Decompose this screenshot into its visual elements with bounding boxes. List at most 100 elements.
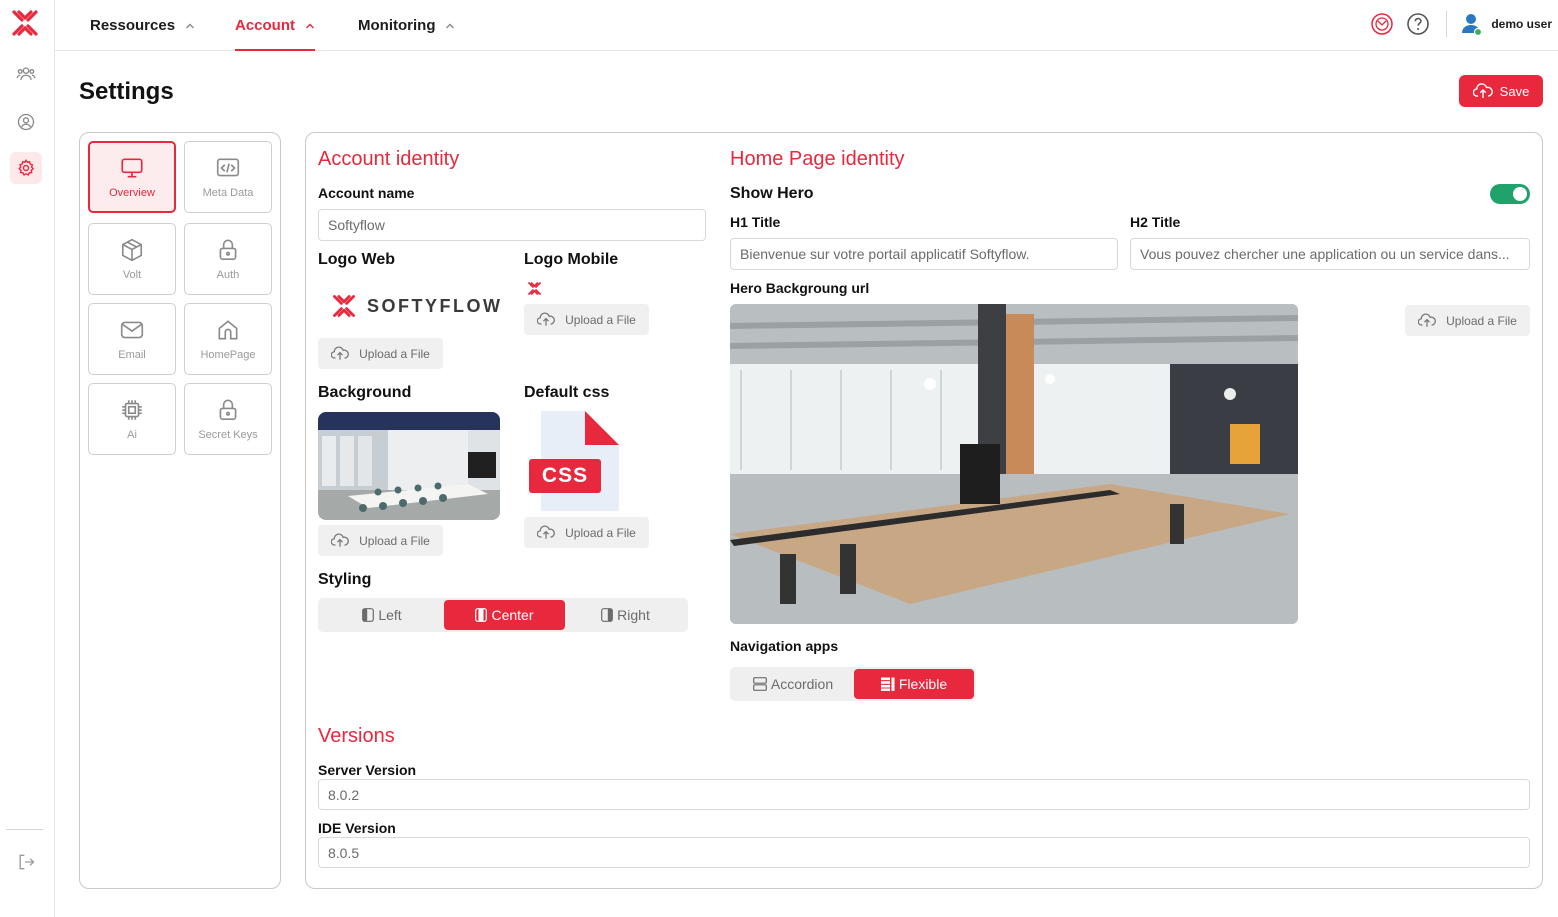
account-name-value: Softyflow <box>328 217 385 233</box>
show-hero-label: Show Hero <box>730 185 814 202</box>
cloud-upload-icon <box>537 312 556 326</box>
gear-icon[interactable] <box>10 152 42 184</box>
logout-icon[interactable] <box>10 846 42 878</box>
chevron-up-icon <box>306 23 314 28</box>
tile-homepage[interactable]: HomePage <box>184 303 272 375</box>
nav-account[interactable]: Account <box>235 0 315 51</box>
cloud-upload-icon <box>331 346 350 360</box>
h2-title-value: Vous pouvez chercher une application ou … <box>1140 246 1510 262</box>
logo-mobile-upload-button[interactable]: Upload a File <box>524 304 649 335</box>
chevron-up-icon <box>446 23 455 28</box>
home-identity-title: Home Page identity <box>730 148 905 170</box>
chevron-up-icon <box>186 23 195 28</box>
chip-icon <box>122 400 142 420</box>
tile-label: Auth <box>216 269 240 281</box>
rail-divider <box>6 829 43 830</box>
settings-menu: Overview Meta Data Volt Auth Email HomeP… <box>79 132 281 889</box>
account-name-input[interactable]: Softyflow <box>318 209 706 241</box>
nav-ressources[interactable]: Ressources <box>90 0 195 51</box>
css-upload-button[interactable]: Upload a File <box>524 517 649 548</box>
tile-label: Overview <box>109 187 155 199</box>
navigation-apps-label: Navigation apps <box>730 638 839 654</box>
nav-option-label: Flexible <box>898 676 948 692</box>
monitor-icon <box>121 158 143 178</box>
nav-option-flexible[interactable]: Flexible <box>854 669 974 699</box>
background-preview-image <box>318 412 500 520</box>
box-icon <box>121 238 143 262</box>
styling-option-label: Right <box>617 607 650 623</box>
account-name-label: Account name <box>318 185 415 201</box>
avatar[interactable] <box>1461 12 1483 36</box>
tile-auth[interactable]: Auth <box>184 223 272 295</box>
nav-monitoring[interactable]: Monitoring <box>358 0 455 51</box>
versions-title: Versions <box>318 725 395 747</box>
flexible-icon <box>880 677 895 691</box>
default-css-label: Default css <box>524 384 610 401</box>
upload-label: Upload a File <box>1446 313 1517 328</box>
tile-volt[interactable]: Volt <box>88 223 176 295</box>
server-version-input[interactable]: 8.0.2 <box>318 779 1530 810</box>
logo-web-preview: SOFTYFLOW <box>331 293 502 319</box>
cloud-upload-icon <box>1472 83 1493 98</box>
tile-secret-keys[interactable]: Secret Keys <box>184 383 272 455</box>
user-circle-icon[interactable] <box>10 106 42 138</box>
styling-option-label: Center <box>491 607 534 623</box>
show-hero-toggle[interactable] <box>1490 184 1530 204</box>
styling-option-left[interactable]: Left <box>320 600 444 630</box>
align-left-icon <box>362 608 375 622</box>
ide-version-input[interactable]: 8.0.5 <box>318 837 1530 868</box>
h1-title-value: Bienvenue sur votre portail applicatif S… <box>740 246 1030 262</box>
mail-icon <box>120 321 144 339</box>
ide-version-label: IDE Version <box>318 820 396 836</box>
user-name[interactable]: demo user <box>1491 17 1552 31</box>
save-button-label: Save <box>1499 83 1530 99</box>
side-rail <box>0 0 55 917</box>
tile-meta-data[interactable]: Meta Data <box>184 141 272 213</box>
ide-version-value: 8.0.5 <box>328 844 360 861</box>
tile-email[interactable]: Email <box>88 303 176 375</box>
navigation-apps-segmented-control: Accordion Flexible <box>730 667 976 701</box>
save-button[interactable]: Save <box>1459 75 1543 107</box>
cloud-upload-icon <box>1418 313 1437 327</box>
logo-mobile-label: Logo Mobile <box>524 251 619 268</box>
softyflow-logo[interactable] <box>10 8 40 38</box>
tile-label: Ai <box>127 429 137 441</box>
logo-mobile-preview <box>528 282 541 295</box>
align-center-icon <box>475 608 488 622</box>
server-version-label: Server Version <box>318 762 417 778</box>
styling-option-right[interactable]: Right <box>565 600 686 630</box>
cloud-upload-icon <box>537 525 556 539</box>
tile-ai[interactable]: Ai <box>88 383 176 455</box>
home-icon <box>218 320 238 340</box>
nav-account-label: Account <box>235 17 295 34</box>
nav-option-label: Accordion <box>770 676 834 692</box>
help-icon[interactable] <box>1406 12 1430 36</box>
logo-web-upload-button[interactable]: Upload a File <box>318 338 443 369</box>
styling-option-center[interactable]: Center <box>444 600 565 630</box>
h1-title-input[interactable]: Bienvenue sur votre portail applicatif S… <box>730 238 1118 270</box>
upload-label: Upload a File <box>359 346 430 361</box>
palette-icon[interactable] <box>1370 12 1394 36</box>
tile-label: Secret Keys <box>198 429 258 441</box>
hero-background-upload-button[interactable]: Upload a File <box>1405 305 1530 336</box>
topbar-actions: demo user <box>1370 0 1558 48</box>
nav-ressources-label: Ressources <box>90 17 176 34</box>
upload-label: Upload a File <box>359 533 430 548</box>
background-upload-button[interactable]: Upload a File <box>318 525 443 556</box>
tile-label: HomePage <box>200 349 256 361</box>
tile-label: Volt <box>122 269 142 281</box>
softyflow-logo-icon <box>333 295 355 317</box>
users-icon[interactable] <box>10 58 42 90</box>
cloud-upload-icon <box>331 533 350 547</box>
topbar-divider <box>1446 11 1448 37</box>
lock-icon <box>219 239 237 261</box>
h2-title-input[interactable]: Vous pouvez chercher une application ou … <box>1130 238 1530 270</box>
nav-option-accordion[interactable]: Accordion <box>732 669 854 699</box>
account-identity-title: Account identity <box>318 148 460 170</box>
hero-background-image <box>730 304 1298 624</box>
tile-label: Meta Data <box>202 187 254 199</box>
tile-overview[interactable]: Overview <box>88 141 176 213</box>
styling-segmented-control: Left Center Right <box>318 598 688 632</box>
settings-content: Account identity Account name Softyflow … <box>305 132 1543 889</box>
styling-option-label: Left <box>378 607 402 623</box>
